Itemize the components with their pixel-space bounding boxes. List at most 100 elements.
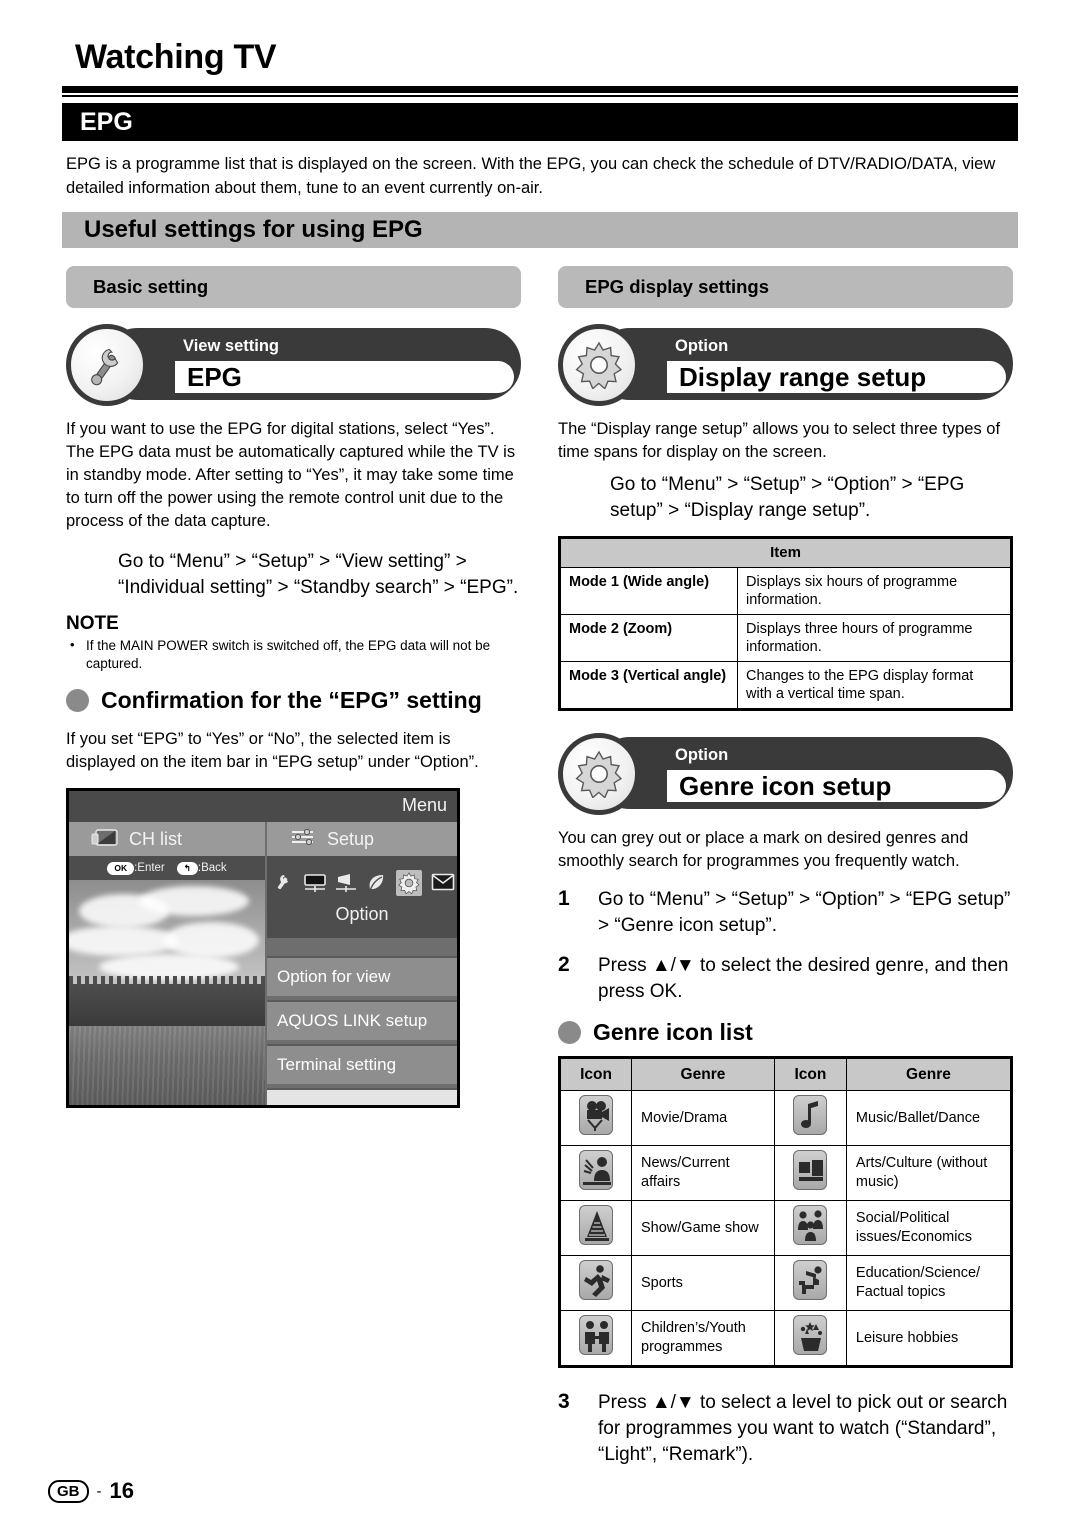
page-title: Watching TV xyxy=(75,38,277,76)
confirmation-heading: Confirmation for the “EPG” setting xyxy=(66,687,521,714)
education-science-icon xyxy=(793,1260,828,1300)
icon-cell xyxy=(559,1200,632,1256)
movie-camera-icon xyxy=(579,1095,613,1135)
sliders-icon xyxy=(289,827,317,852)
tv-menu-row-epg-setup[interactable]: EPG setup [Yes] xyxy=(267,1088,457,1105)
table-row: Movie/Drama Music/Ballet/Dance xyxy=(559,1090,1013,1146)
tv-preview-photo xyxy=(69,880,265,1105)
genre-icon-table: Icon Genre Icon Genre Movie/Drama Music/… xyxy=(558,1056,1013,1368)
tv-menu-row-aquos-link-setup[interactable]: AQUOS LINK setup xyxy=(267,1000,457,1040)
note-list: If the MAIN POWER switch is switched off… xyxy=(66,636,521,673)
badge-view-setting-epg: View setting EPG xyxy=(66,324,521,406)
tv-tab-ch-list-label: CH list xyxy=(129,828,182,849)
grass-field xyxy=(69,1026,265,1105)
genre-label: Arts/Culture (without music) xyxy=(845,1145,1013,1201)
genre-label: News/Current affairs xyxy=(631,1145,775,1201)
view-setting-path: Go to “Menu” > “Setup” > “View setting” … xyxy=(118,551,519,598)
eco-leaf-icon[interactable] xyxy=(365,872,387,894)
cloud xyxy=(164,922,259,958)
region-badge: GB xyxy=(48,1479,89,1503)
wrench-icon[interactable] xyxy=(272,872,294,894)
epg-band: EPG xyxy=(62,103,1018,141)
badge-display-range-setup: Option Display range setup xyxy=(558,324,1013,406)
icon-cell xyxy=(559,1310,632,1367)
badge-kicker: Option xyxy=(675,746,729,764)
step-1: 1 Go to “Menu” > “Setup” > “Option” > “E… xyxy=(558,887,1013,939)
page-footer: GB - 16 xyxy=(48,1478,134,1504)
genre-label: Sports xyxy=(631,1255,775,1311)
icon-cell xyxy=(559,1145,632,1201)
mode-desc: Displays six hours of programme informat… xyxy=(737,567,1012,615)
gear-icon xyxy=(558,733,640,815)
display-range-path: Go to “Menu” > “Setup” > “Option” > “EPG… xyxy=(610,474,965,521)
page-number: 16 xyxy=(109,1478,134,1503)
section-header-label: Useful settings for using EPG xyxy=(84,216,423,243)
table-row: News/Current affairs Arts/Culture (witho… xyxy=(559,1145,1013,1201)
footer-dash: - xyxy=(96,1482,102,1500)
tv-menu-row-option-for-view[interactable]: Option for view xyxy=(267,956,457,996)
sound-icon[interactable] xyxy=(334,872,356,894)
wrench-icon xyxy=(66,324,148,406)
icon-cell xyxy=(773,1090,847,1146)
col-genre-1: Genre xyxy=(631,1057,775,1091)
genre-label: Social/Political issues/Economics xyxy=(845,1200,1013,1256)
badge-body: EPG xyxy=(175,361,514,393)
table-row: Mode 1 (Wide angle) Displays six hours o… xyxy=(559,567,1012,615)
children-youth-icon xyxy=(579,1315,613,1355)
subsection-epg-display-settings: EPG display settings xyxy=(558,266,1013,308)
tv-tab-setup-label: Setup xyxy=(327,828,375,849)
tv-tab-setup[interactable]: Setup xyxy=(267,822,457,856)
icon-cell xyxy=(773,1310,847,1367)
genre-icon-list-heading: Genre icon list xyxy=(558,1019,1013,1046)
table-header-row: Item xyxy=(559,537,1012,568)
badge-title: Display range setup xyxy=(679,362,927,392)
step-text: Press ▲/▼ to select a level to pick out … xyxy=(598,1392,1008,1465)
news-reporter-icon xyxy=(579,1150,613,1190)
col-icon-2: Icon xyxy=(773,1057,847,1091)
picture-icon[interactable] xyxy=(303,872,326,894)
badge-bar: Option Genre icon setup xyxy=(594,737,1013,809)
subsection-basic-setting: Basic setting xyxy=(66,266,521,308)
music-note-icon xyxy=(793,1095,828,1135)
table-header-row: Icon Genre Icon Genre xyxy=(559,1057,1013,1091)
badge-title: Genre icon setup xyxy=(679,771,892,801)
mode-desc: Displays three hours of programme inform… xyxy=(737,614,1012,662)
header-rule-thin xyxy=(62,95,1018,97)
badge-title: EPG xyxy=(187,362,242,392)
mode-name: Mode 1 (Wide angle) xyxy=(559,567,738,615)
genre-label: Leisure hobbies xyxy=(845,1310,1013,1367)
tv-menu-row-label: AQUOS LINK setup xyxy=(277,1011,428,1030)
table-row: Show/Game show Social/Political issues/E… xyxy=(559,1200,1013,1256)
icon-cell xyxy=(773,1255,847,1311)
genre-setup-body: You can grey out or place a mark on desi… xyxy=(558,829,969,870)
mail-icon[interactable] xyxy=(431,872,454,894)
icon-cell xyxy=(559,1090,632,1146)
genre-label: Children’s/Youth programmes xyxy=(631,1310,775,1367)
tv-menu-row-label: Terminal setting xyxy=(277,1055,397,1074)
tv-menu-row-terminal-setting[interactable]: Terminal setting xyxy=(267,1044,457,1084)
step-number: 2 xyxy=(558,953,570,976)
confirmation-body: If you set “EPG” to “Yes” or “No”, the s… xyxy=(66,730,479,771)
table-row: Sports Education/Science/ Factual topics xyxy=(559,1255,1013,1311)
badge-body: Display range setup xyxy=(667,361,1006,393)
genre-label: Show/Game show xyxy=(631,1200,775,1256)
sports-icon xyxy=(579,1260,613,1300)
back-keycap: ↰ xyxy=(176,861,198,875)
cloud xyxy=(139,886,249,916)
confirmation-heading-label: Confirmation for the “EPG” setting xyxy=(101,687,482,713)
badge-bar: View setting EPG xyxy=(102,328,521,400)
tv-titlebar: Menu xyxy=(69,791,457,822)
genre-label: Education/Science/ Factual topics xyxy=(845,1255,1013,1311)
badge-kicker: Option xyxy=(675,337,729,355)
col-genre-2: Genre xyxy=(845,1057,1013,1091)
tv-tab-ch-list[interactable]: CH list xyxy=(69,822,265,856)
view-setting-body: If you want to use the EPG for digital s… xyxy=(66,420,516,530)
arts-culture-icon xyxy=(793,1150,828,1190)
step-number: 1 xyxy=(558,887,570,910)
section-header-useful-settings: Useful settings for using EPG xyxy=(62,212,1018,248)
step-text: Go to “Menu” > “Setup” > “Option” > “EPG… xyxy=(598,889,1011,936)
genre-icon-list-heading-label: Genre icon list xyxy=(593,1019,753,1045)
table-row: Mode 3 (Vertical angle) Changes to the E… xyxy=(559,661,1012,710)
gear-icon[interactable] xyxy=(395,870,422,896)
display-range-body: The “Display range setup” allows you to … xyxy=(558,420,1001,461)
